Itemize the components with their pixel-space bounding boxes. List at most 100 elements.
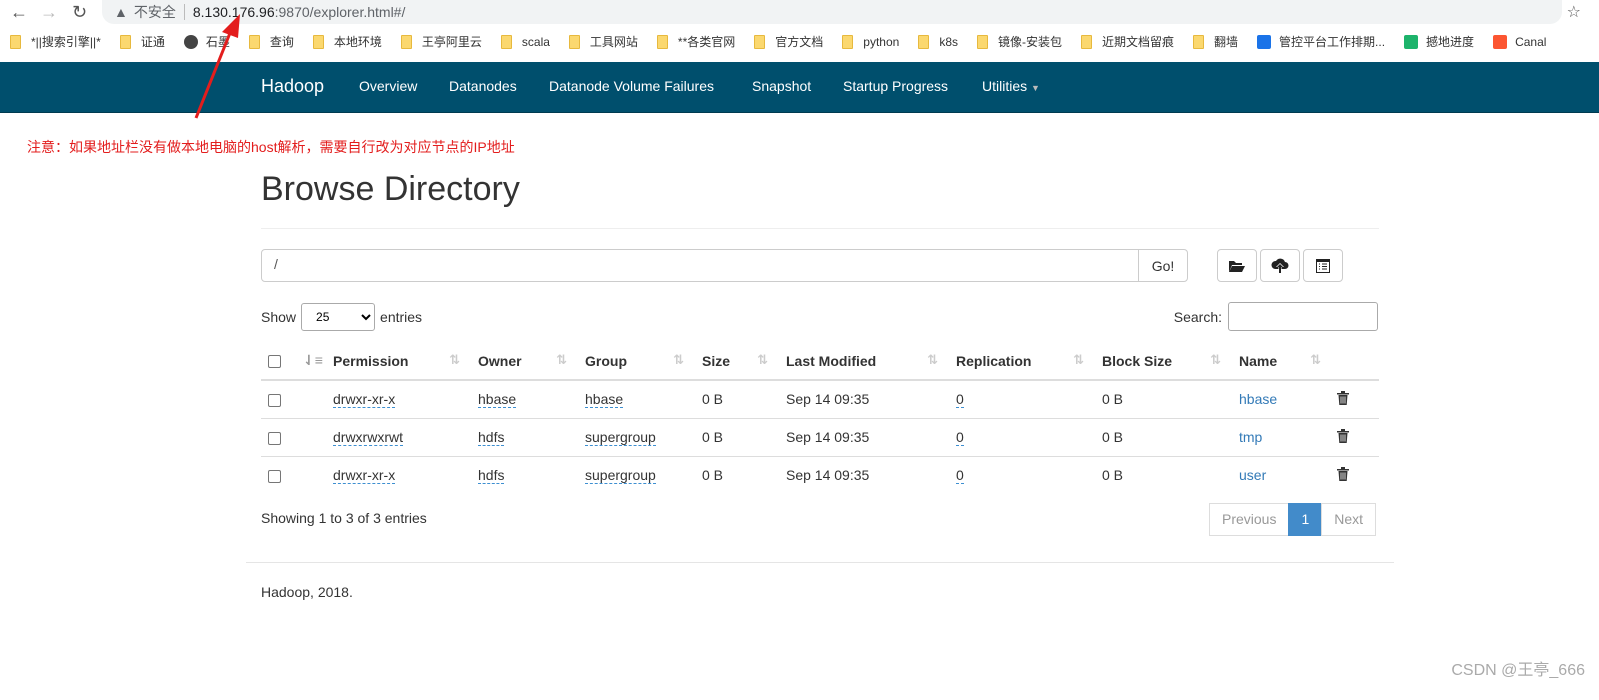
folder-icon — [656, 34, 668, 49]
column-header-group[interactable]: Group ⇅ — [575, 342, 692, 381]
group-link[interactable]: supergroup — [585, 467, 656, 485]
folder-icon — [1081, 34, 1092, 49]
cut-paste-button[interactable] — [1303, 249, 1343, 282]
next-page-button[interactable]: Next — [1321, 503, 1377, 536]
trash-icon[interactable] — [1337, 428, 1349, 443]
cell: drwxr-xr-x — [323, 456, 468, 494]
row-checkbox[interactable] — [268, 394, 281, 408]
caret-down-icon: ▼ — [1031, 83, 1040, 93]
cell: hdfs — [468, 418, 575, 457]
cell: supergroup — [575, 456, 692, 494]
show-label: Show — [261, 309, 297, 325]
bookmark-item[interactable]: 工具网站 — [568, 33, 638, 50]
row-checkbox[interactable] — [268, 431, 281, 445]
column-header-block-size[interactable]: Block Size ⇅ — [1092, 342, 1229, 381]
bookmark-label: python — [863, 34, 900, 49]
bookmark-label: 管控平台工作排期... — [1279, 35, 1386, 49]
bookmark-label: 查询 — [269, 35, 294, 49]
page-1-button[interactable]: 1 — [1288, 503, 1323, 536]
group-link[interactable]: supergroup — [585, 429, 656, 446]
column-header-name[interactable]: Name ⇅ — [1229, 342, 1329, 381]
bookmark-label: 撼地进度 — [1426, 35, 1475, 49]
permission-link[interactable]: drwxr-xr-x — [333, 467, 396, 485]
column-label: Permission — [333, 352, 409, 369]
folder-open-icon — [1229, 260, 1245, 272]
address-bar[interactable]: ▲ 不安全 8.130.176.96:9870/explorer.html#/ — [102, 0, 1562, 24]
cell: tmp — [1229, 418, 1329, 457]
bookmark-label: 近期文档留痕 — [1102, 35, 1175, 49]
directory-path-input[interactable]: / — [261, 249, 1139, 282]
bookmark-label: 翻墙 — [1214, 35, 1239, 49]
nav-datanodes[interactable]: Datanodes — [449, 78, 517, 94]
cell: supergroup — [575, 418, 692, 457]
bookmark-star-icon[interactable]: ☆ — [1567, 2, 1581, 22]
nav-brand[interactable]: Hadoop — [261, 76, 324, 97]
table-row: drwxr-xr-x hbase hbase 0 B Sep 14 09:35 0 0 Bh… — [261, 380, 1379, 419]
list-alt-icon — [1316, 258, 1330, 273]
column-header-permission[interactable]: Permission ⇅ — [323, 342, 468, 381]
cell: hbase — [575, 380, 692, 419]
previous-page-button[interactable]: Previous — [1209, 503, 1290, 536]
replication-link[interactable]: 0 — [956, 391, 964, 409]
trash-icon[interactable] — [1337, 390, 1349, 405]
bookmark-item[interactable]: k8s — [918, 33, 958, 50]
bookmark-label: scala — [521, 34, 550, 49]
bookmark-item[interactable]: 管控平台工作排期... — [1257, 33, 1385, 50]
group-link[interactable]: hbase — [585, 391, 624, 409]
bookmark-item[interactable]: python — [842, 33, 899, 50]
upload-button[interactable] — [1260, 249, 1300, 282]
cell — [293, 456, 323, 494]
nav-startup-progress[interactable]: Startup Progress — [843, 78, 948, 94]
directory-table: ⇃≡ Permission ⇅ Owner ⇅ Group ⇅ Size ⇅ Last Modi… — [261, 342, 1379, 494]
modified-cell: Sep 14 09:35 — [786, 467, 870, 484]
annotation-note: 注意：如果地址栏没有做本地电脑的host解析，需要自行改为对应节点的IP地址 — [27, 139, 515, 155]
name-link[interactable]: hbase — [1239, 391, 1277, 407]
owner-link[interactable]: hbase — [478, 391, 517, 409]
column-header-owner[interactable]: Owner ⇅ — [468, 342, 575, 381]
search-input[interactable] — [1228, 302, 1378, 331]
bookmark-item[interactable]: 撼地进度 — [1404, 33, 1474, 50]
name-link[interactable]: tmp — [1239, 429, 1262, 445]
permission-link[interactable]: drwxr-xr-x — [333, 391, 396, 409]
bookmark-label: **各类官网 — [677, 35, 736, 49]
cell: 0 — [946, 380, 1092, 419]
divider — [246, 562, 1394, 563]
bookmark-item[interactable]: **各类官网 — [656, 33, 736, 50]
bookmark-item[interactable]: 翻墙 — [1193, 33, 1238, 50]
page-size-select[interactable]: 25 — [301, 303, 376, 331]
bookmark-item[interactable]: 近期文档留痕 — [1081, 33, 1174, 50]
select-all-checkbox[interactable] — [268, 355, 281, 369]
nav-volume-failures[interactable]: Datanode Volume Failures — [549, 78, 714, 94]
create-directory-button[interactable] — [1217, 249, 1257, 282]
bookmark-item[interactable]: 王亭阿里云 — [400, 33, 482, 50]
cell: 0 — [946, 418, 1092, 457]
sort-order-icon[interactable]: ⇃≡ — [293, 342, 323, 381]
sort-icon: ⇅ — [556, 352, 567, 367]
cell: drwxr-xr-x — [323, 380, 468, 419]
owner-link[interactable]: hdfs — [478, 467, 505, 485]
column-label: Owner — [478, 352, 522, 369]
column-header-replication[interactable]: Replication ⇅ — [946, 342, 1092, 381]
nav-snapshot[interactable]: Snapshot — [752, 78, 811, 94]
entries-label: entries — [380, 309, 423, 325]
nav-utilities[interactable]: Utilities ▼ — [982, 78, 1040, 94]
go-button[interactable]: Go! — [1138, 249, 1188, 282]
column-label: Replication — [956, 352, 1032, 369]
bookmark-item[interactable]: 本地环境 — [312, 33, 382, 50]
nav-overview[interactable]: Overview — [359, 78, 417, 94]
bookmark-item[interactable]: Canal — [1493, 33, 1546, 50]
replication-link[interactable]: 0 — [956, 429, 964, 446]
permission-link[interactable]: drwxrwxrwt — [333, 429, 403, 446]
name-link[interactable]: user — [1239, 467, 1266, 483]
bookmark-item[interactable]: scala — [500, 33, 550, 50]
trash-icon[interactable] — [1337, 466, 1349, 481]
bookmark-item[interactable]: 镜像-安装包 — [977, 33, 1062, 50]
bookmark-item[interactable]: 官方文档 — [754, 33, 823, 50]
sort-icon: ⇅ — [449, 352, 460, 367]
row-checkbox[interactable] — [268, 470, 281, 484]
column-header-size[interactable]: Size ⇅ — [692, 342, 776, 381]
cell — [293, 418, 323, 457]
column-header-last-modified[interactable]: Last Modified ⇅ — [776, 342, 946, 381]
replication-link[interactable]: 0 — [956, 467, 964, 485]
owner-link[interactable]: hdfs — [478, 429, 505, 446]
